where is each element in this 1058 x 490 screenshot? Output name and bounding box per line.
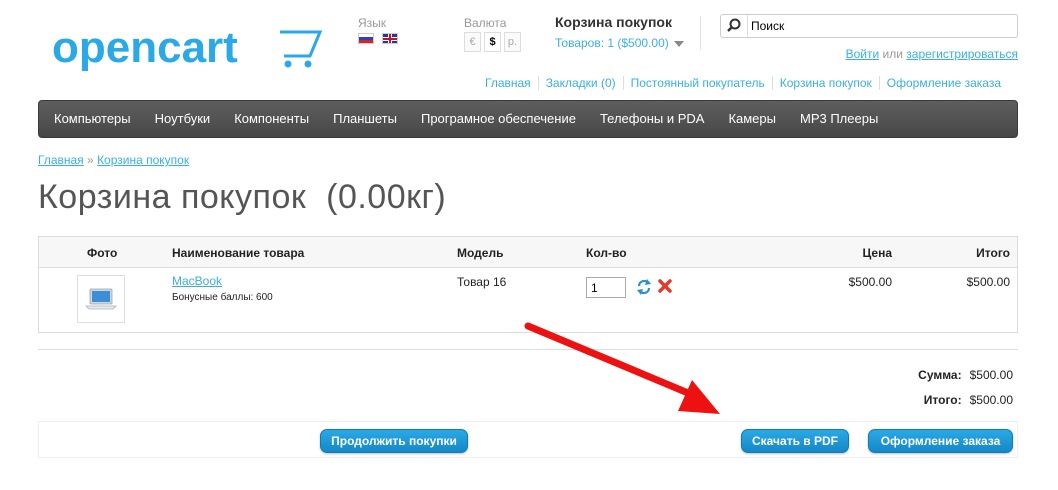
menu-item-tablets[interactable]: Планшеты (321, 101, 409, 137)
menu-item-phones[interactable]: Телефоны и PDA (588, 101, 717, 137)
menu-item-computers[interactable]: Компьютеры (42, 101, 143, 137)
continue-shopping-button[interactable]: Продолжить покупки (320, 429, 468, 453)
cart-table-header: Фото Наименование товара Модель Кол-во Ц… (39, 237, 1017, 268)
opencart-logo[interactable]: opencart (52, 22, 327, 82)
checkout-button[interactable]: Оформление заказа (868, 429, 1013, 453)
col-model: Модель (457, 246, 504, 260)
col-quantity: Кол-во (586, 246, 627, 260)
link-account[interactable]: Постоянный покупатель (622, 76, 772, 90)
col-name: Наименование товара (172, 246, 305, 260)
menu-item-laptops[interactable]: Ноутбуки (143, 101, 223, 137)
chevron-down-icon (673, 40, 684, 47)
svg-text:opencart: opencart (52, 23, 238, 72)
subtotal-label: Сумма: (918, 368, 962, 382)
login-link[interactable]: Войти (846, 47, 880, 61)
welcome-or: или (882, 47, 903, 61)
welcome-text: Войти или зарегистрироваться (846, 47, 1018, 61)
link-cart[interactable]: Корзина покупок (771, 76, 879, 90)
currency-label: Валюта (464, 16, 507, 30)
col-price: Цена (862, 246, 892, 260)
link-checkout[interactable]: Оформление заказа (878, 76, 1008, 90)
currency-switcher: € $ р. (464, 32, 524, 52)
product-thumbnail[interactable] (77, 275, 125, 323)
col-total: Итого (976, 246, 1010, 260)
product-name-link[interactable]: MacBook (172, 274, 222, 288)
breadcrumb: Главная » Корзина покупок (38, 153, 189, 167)
cart-totals: Сумма: $500.00 Итого: $500.00 (918, 363, 1013, 413)
currency-euro-button[interactable]: € (464, 32, 481, 52)
en-flag-icon[interactable] (382, 33, 399, 44)
total-value: $500.00 (969, 393, 1013, 407)
link-wishlist[interactable]: Закладки (0) (537, 76, 623, 90)
currency-ruble-button[interactable]: р. (504, 32, 521, 52)
search-box (720, 14, 1018, 38)
menu-item-cameras[interactable]: Камеры (716, 101, 788, 137)
quantity-input[interactable] (586, 277, 626, 298)
total-row: Итого: $500.00 (918, 388, 1013, 413)
search-button[interactable] (721, 15, 748, 37)
cart-total-text: Товаров: 1 ($500.00) (555, 36, 669, 50)
search-input[interactable] (751, 15, 1013, 37)
cart-summary-total[interactable]: Товаров: 1 ($500.00) (555, 36, 684, 50)
menu-item-mp3[interactable]: MP3 Плееры (788, 101, 890, 137)
product-bonus: Бонусные баллы: 600 (172, 292, 273, 303)
header-divider (700, 16, 701, 50)
download-pdf-button[interactable]: Скачать в PDF (741, 429, 849, 453)
subtotal-value: $500.00 (969, 368, 1013, 382)
product-total: $500.00 (966, 275, 1010, 289)
language-switcher (358, 33, 402, 51)
link-home[interactable]: Главная (478, 76, 538, 90)
subtotal-row: Сумма: $500.00 (918, 363, 1013, 388)
menu-item-components[interactable]: Компоненты (222, 101, 321, 137)
menu-item-software[interactable]: Програмное обеспечение (409, 101, 588, 137)
language-label: Язык (358, 16, 387, 30)
macbook-image (85, 288, 117, 310)
red-arrow-annotation (524, 322, 720, 414)
search-icon (727, 18, 741, 32)
refresh-icon[interactable] (635, 278, 653, 296)
page-title: Корзина покупок (0.00кг) (38, 178, 447, 216)
main-menu: Компьютеры Ноутбуки Компоненты Планшеты … (38, 100, 1018, 138)
ru-flag-icon[interactable] (358, 33, 374, 44)
product-model: Товар 16 (457, 275, 507, 289)
breadcrumb-separator: » (87, 153, 94, 167)
remove-icon[interactable] (657, 278, 673, 294)
cart-summary-title[interactable]: Корзина покупок (555, 14, 672, 30)
register-link[interactable]: зарегистрироваться (906, 47, 1018, 61)
product-price: $500.00 (848, 275, 892, 289)
breadcrumb-current[interactable]: Корзина покупок (97, 153, 189, 167)
top-links: Главная Закладки (0) Постоянный покупатель… (478, 76, 1008, 90)
breadcrumb-home[interactable]: Главная (38, 153, 84, 167)
total-label: Итого: (923, 393, 962, 407)
col-image: Фото (87, 246, 118, 260)
currency-dollar-button[interactable]: $ (484, 32, 501, 52)
